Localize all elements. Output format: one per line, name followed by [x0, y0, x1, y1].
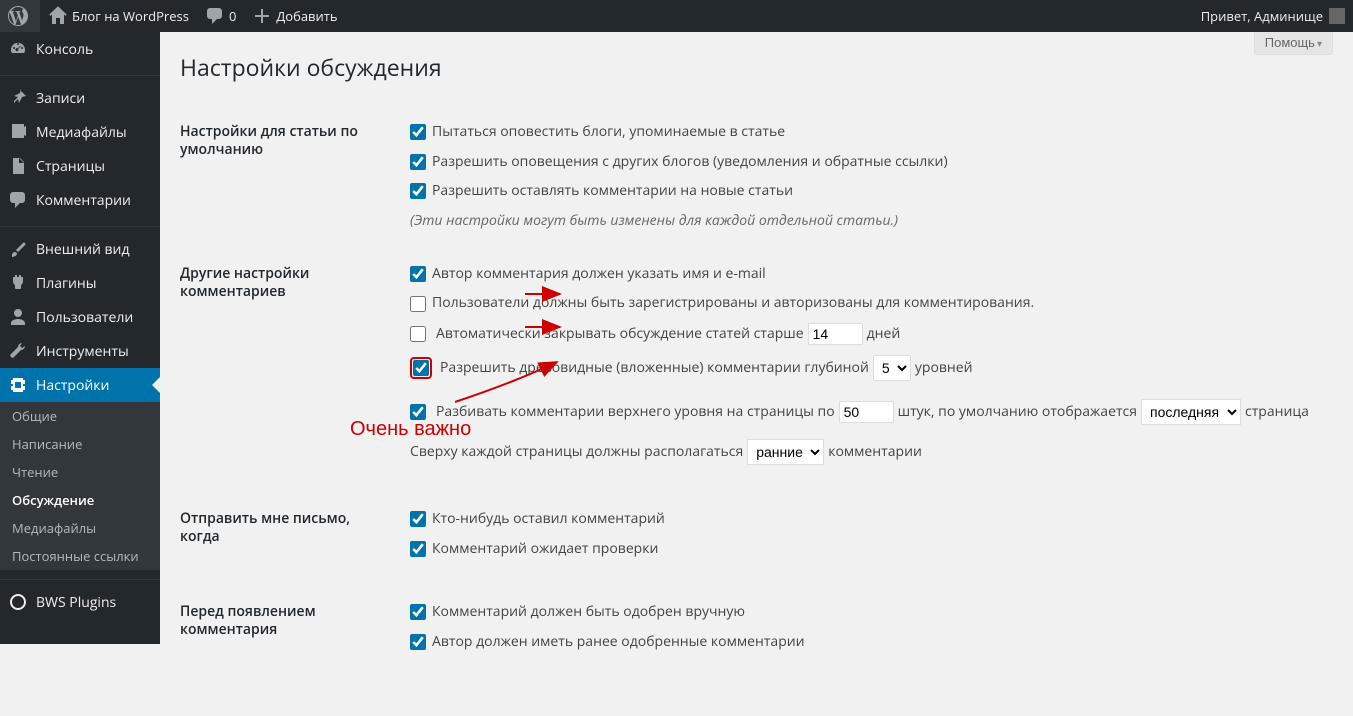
wp-logo[interactable]	[0, 0, 40, 32]
help-button[interactable]: Помощь▾	[1254, 32, 1333, 55]
input-per-page[interactable]	[839, 401, 894, 423]
plugin-icon	[8, 273, 28, 293]
menu-dashboard[interactable]: Консоль	[0, 32, 160, 66]
submenu-media[interactable]: Медиафайлы	[0, 514, 160, 542]
checkbox-require-login[interactable]	[410, 296, 426, 312]
menu-appearance[interactable]: Внешний вид	[0, 232, 160, 266]
menu-tools[interactable]: Инструменты	[0, 334, 160, 368]
menu-plugins[interactable]: Плагины	[0, 266, 160, 300]
checkbox-threaded[interactable]	[413, 360, 429, 376]
menu-pages[interactable]: Страницы	[0, 149, 160, 183]
checkbox-email-moderation[interactable]	[410, 541, 426, 557]
wrench-icon	[8, 341, 28, 361]
checkbox-auto-close[interactable]	[410, 326, 426, 342]
select-thread-depth[interactable]: 5	[873, 355, 911, 381]
greeting: Привет,	[1201, 7, 1251, 25]
comments-icon	[8, 190, 28, 210]
user-account[interactable]: Привет, Админище	[1193, 0, 1353, 32]
chevron-down-icon: ▾	[1317, 39, 1322, 50]
opt-allow-comments: Разрешить оставлять комментарии на новые…	[410, 181, 1323, 201]
opt-auto-close: Автоматически закрывать обсуждение стате…	[410, 323, 1323, 345]
submenu-discussion[interactable]: Обсуждение	[0, 486, 160, 514]
page-icon	[8, 156, 28, 176]
user-icon	[8, 307, 28, 327]
menu-separator	[0, 222, 160, 227]
dashboard-icon	[8, 39, 28, 59]
menu-separator	[0, 575, 160, 580]
site-link[interactable]: Блог на WordPress	[40, 0, 197, 32]
opt-require-name: Автор комментария должен указать имя и e…	[410, 264, 1323, 284]
menu-comments[interactable]: Комментарии	[0, 183, 160, 217]
checkbox-require-name[interactable]	[410, 266, 426, 282]
menu-media[interactable]: Медиафайлы	[0, 115, 160, 149]
checkbox-trackback[interactable]	[410, 154, 426, 170]
menu-bws[interactable]: BWS Plugins	[0, 585, 160, 619]
submenu-general[interactable]: Общие	[0, 402, 160, 430]
add-new-label: Добавить	[276, 7, 337, 25]
settings-icon	[8, 375, 28, 395]
menu-posts[interactable]: Записи	[0, 81, 160, 115]
submenu-reading[interactable]: Чтение	[0, 458, 160, 486]
avatar	[1329, 8, 1345, 24]
checkbox-manual-approve[interactable]	[410, 604, 426, 620]
opt-prev-approved: Автор должен иметь ранее одобренные комм…	[410, 632, 1323, 652]
home-icon	[48, 6, 68, 26]
menu-separator	[0, 71, 160, 76]
opt-pingback: Пытаться оповестить блоги, упоминаемые в…	[410, 122, 1323, 142]
opt-trackback: Разрешить оповещения с других блогов (ув…	[410, 152, 1323, 172]
opt-comment-order: Сверху каждой страницы должны располагат…	[410, 439, 1323, 465]
submenu-writing[interactable]: Написание	[0, 430, 160, 458]
pin-icon	[8, 88, 28, 108]
menu-users[interactable]: Пользователи	[0, 300, 160, 334]
section-other-comments: Другие настройки комментариев	[180, 245, 400, 490]
brush-icon	[8, 239, 28, 259]
checkbox-allow-comments[interactable]	[410, 183, 426, 199]
opt-email-new: Кто-нибудь оставил комментарий	[410, 509, 1323, 529]
bws-icon	[8, 592, 28, 612]
opt-threaded: Разрешить древовидные (вложенные) коммен…	[410, 355, 1323, 381]
opt-email-moderation: Комментарий ожидает проверки	[410, 539, 1323, 559]
opt-manual-approve: Комментарий должен быть одобрен вручную	[410, 602, 1323, 622]
select-comment-order[interactable]: ранние	[747, 439, 824, 465]
plus-icon	[252, 6, 272, 26]
checkbox-prev-approved[interactable]	[410, 634, 426, 650]
submenu-permalinks[interactable]: Постоянные ссылки	[0, 542, 160, 570]
media-icon	[8, 122, 28, 142]
checkbox-paginate[interactable]	[410, 404, 426, 420]
input-close-days[interactable]	[808, 323, 863, 345]
wordpress-icon	[8, 6, 28, 26]
checkbox-email-new[interactable]	[410, 511, 426, 527]
opt-require-login: Пользователи должны быть зарегистрирован…	[410, 293, 1323, 313]
comment-icon	[205, 6, 225, 26]
section-note: (Эти настройки могут быть изменены для к…	[410, 211, 1323, 230]
section-default-article: Настройки для статьи по умолчанию	[180, 103, 400, 245]
add-new-link[interactable]: Добавить	[244, 0, 345, 32]
checkbox-pingback[interactable]	[410, 124, 426, 140]
comments-link[interactable]: 0	[197, 0, 244, 32]
select-default-page[interactable]: последняя	[1141, 399, 1241, 425]
page-title: Настройки обсуждения	[180, 42, 1333, 103]
section-email-me: Отправить мне письмо, когда	[180, 490, 400, 583]
site-name: Блог на WordPress	[72, 7, 189, 25]
section-before-appear: Перед появлением комментария	[180, 583, 400, 676]
comments-count: 0	[229, 7, 236, 25]
user-name: Админище	[1254, 7, 1323, 25]
menu-settings[interactable]: Настройки	[0, 368, 160, 402]
opt-paginate: Разбивать комментарии верхнего уровня на…	[410, 399, 1323, 425]
